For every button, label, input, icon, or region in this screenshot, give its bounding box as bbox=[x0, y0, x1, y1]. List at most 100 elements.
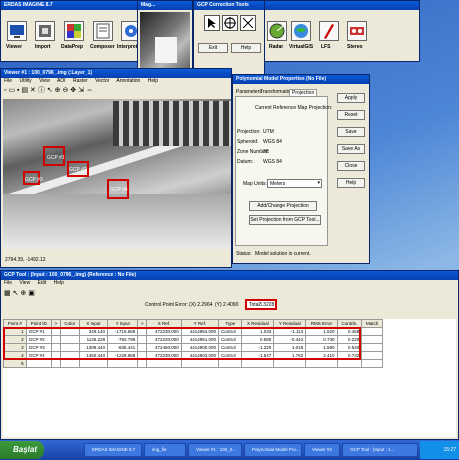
menu-file[interactable]: File bbox=[4, 280, 12, 286]
crosshair-icon[interactable]: ⊕ bbox=[20, 290, 26, 297]
projection-value: UTM bbox=[263, 129, 274, 135]
taskbar-item[interactable]: Polynomial Model Pro... bbox=[244, 443, 302, 457]
help-button[interactable]: Help bbox=[337, 178, 365, 188]
map-units-select[interactable]: Meters ▾ bbox=[267, 179, 322, 188]
zoom-out-icon[interactable]: ⊖ bbox=[62, 87, 68, 94]
tab-parameters[interactable]: Parameters bbox=[236, 89, 262, 95]
table-cell[interactable] bbox=[107, 359, 139, 368]
pointer-icon[interactable]: ↖ bbox=[47, 87, 53, 94]
gcp-tool-lock[interactable] bbox=[240, 15, 256, 31]
window-title: GCP Tool : (Input : 100_0796_.img) (Refe… bbox=[1, 271, 458, 280]
radar-icon bbox=[267, 21, 287, 41]
exit-button[interactable]: Exit bbox=[198, 43, 228, 53]
menu-view[interactable]: View bbox=[39, 78, 50, 84]
reset-button[interactable]: Reset bbox=[337, 110, 365, 120]
start-button[interactable]: Başlat bbox=[0, 441, 44, 459]
toolbar-label: VirtualGIS bbox=[289, 44, 314, 50]
taskbar-item[interactable]: GCP Tool : (Input : 1... bbox=[342, 443, 418, 457]
table-cell[interactable] bbox=[273, 359, 307, 368]
info-icon[interactable]: ⓘ bbox=[38, 87, 45, 94]
taskbar-item[interactable]: ERDAS IMAGINE 8.7 bbox=[84, 443, 142, 457]
roam-icon[interactable]: ⇲ bbox=[78, 87, 84, 94]
total-error-box: Total 3.3228 bbox=[245, 299, 277, 310]
menu-raster[interactable]: Raster bbox=[73, 78, 88, 84]
clock: 15:27 bbox=[443, 447, 456, 453]
table-cell[interactable] bbox=[361, 343, 383, 352]
toolbar-label: DataPrep bbox=[61, 44, 83, 50]
gcp-label: GCP #1 bbox=[47, 155, 65, 161]
menu-help[interactable]: Help bbox=[148, 78, 158, 84]
toolbar-label: Radar bbox=[269, 44, 284, 50]
viewer-icon bbox=[7, 21, 27, 41]
menu-vector[interactable]: Vector bbox=[95, 78, 109, 84]
table-cell[interactable] bbox=[78, 359, 109, 368]
gcp-tool-window: GCP Tool : (Input : 100_0796_.img) (Refe… bbox=[0, 270, 459, 440]
pan-icon[interactable]: ✥ bbox=[70, 87, 76, 94]
add-change-projection-button[interactable]: Add/Change Projection bbox=[249, 201, 317, 211]
toolbar-label: Viewer bbox=[6, 44, 23, 50]
window-title: Viewer #1 : 100_0796_.img (:Layer_1) bbox=[1, 69, 231, 78]
table-cell[interactable] bbox=[25, 359, 52, 368]
column-header[interactable]: Match bbox=[361, 319, 383, 328]
arrow-icon[interactable]: ↖ bbox=[13, 290, 19, 297]
table-row[interactable]: 5 bbox=[3, 359, 383, 368]
projection-label: Projection: bbox=[237, 129, 261, 135]
taskbar-item[interactable]: img_fie bbox=[144, 443, 186, 457]
gcp-tool-select[interactable] bbox=[204, 15, 220, 31]
table-cell[interactable]: 5 bbox=[3, 359, 27, 368]
gcp-tool-create[interactable] bbox=[222, 15, 238, 31]
table-cell[interactable] bbox=[305, 359, 338, 368]
table-cell[interactable] bbox=[218, 359, 243, 368]
menu-annotation[interactable]: Annotation bbox=[116, 78, 140, 84]
save-button[interactable]: Save bbox=[337, 127, 365, 137]
clear-icon[interactable]: ✕ bbox=[30, 87, 36, 94]
taskbar-item[interactable]: Viewer #1 : 100_0... bbox=[188, 443, 242, 457]
zoom-in-icon[interactable]: ⊕ bbox=[55, 87, 61, 94]
table-cell[interactable] bbox=[180, 359, 220, 368]
menu-aoi[interactable]: AOI bbox=[57, 78, 66, 84]
gcp-label: GCP #2 bbox=[69, 167, 87, 173]
system-tray: 15:27 bbox=[420, 441, 459, 459]
viewer-window: Viewer #1 : 100_0796_.img (:Layer_1) Fil… bbox=[0, 68, 232, 268]
menu-file[interactable]: File bbox=[4, 78, 12, 84]
table-cell[interactable] bbox=[336, 359, 363, 368]
new-icon[interactable]: ▫ bbox=[4, 87, 6, 94]
total-label: Total bbox=[249, 302, 260, 308]
table-cell[interactable] bbox=[361, 359, 383, 368]
stereo-icon bbox=[347, 21, 367, 41]
table-cell[interactable] bbox=[241, 359, 275, 368]
toolbar-label: LFS bbox=[321, 44, 331, 50]
table-cell[interactable] bbox=[137, 359, 148, 368]
menu-help[interactable]: Help bbox=[54, 280, 64, 286]
model-properties-window: Polynomial Model Properties (No File) Pa… bbox=[232, 74, 370, 264]
window-title: Polynomial Model Properties (No File) bbox=[233, 75, 369, 84]
menu-edit[interactable]: Edit bbox=[38, 280, 47, 286]
set-projection-button[interactable]: Set Projection from GCP Tool... bbox=[249, 215, 321, 225]
lock-icon[interactable]: ▣ bbox=[28, 290, 35, 297]
taskbar: Başlat ERDAS IMAGINE 8.7 img_fie Viewer … bbox=[0, 440, 459, 460]
measure-icon[interactable]: ⇔ bbox=[86, 87, 93, 94]
open-icon[interactable]: ▭ bbox=[8, 87, 15, 94]
toggle-icon[interactable]: ▦ bbox=[4, 290, 11, 297]
print-icon[interactable]: ▤ bbox=[21, 87, 28, 94]
table-cell[interactable] bbox=[59, 359, 80, 368]
help-button[interactable]: Help bbox=[231, 43, 261, 53]
table-cell[interactable] bbox=[50, 359, 61, 368]
table-cell[interactable] bbox=[361, 351, 383, 360]
toolbar-label: Composer bbox=[90, 44, 115, 50]
save-as-button[interactable]: Save As bbox=[337, 144, 365, 154]
globe-icon bbox=[291, 21, 311, 41]
viewer-menu: File Utility View AOI Raster Vector Anno… bbox=[1, 78, 231, 85]
table-cell[interactable] bbox=[146, 359, 182, 368]
y-error: (Y) 2.4090 bbox=[215, 302, 239, 308]
table-cell[interactable] bbox=[361, 335, 383, 344]
menu-view[interactable]: View bbox=[19, 280, 30, 286]
datum-label: Datum: bbox=[237, 159, 254, 165]
save-icon[interactable]: ▪ bbox=[17, 87, 19, 94]
apply-button[interactable]: Apply bbox=[337, 93, 365, 103]
table-cell[interactable] bbox=[361, 327, 383, 336]
taskbar-item[interactable]: Viewer #2 bbox=[304, 443, 340, 457]
close-button[interactable]: Close bbox=[337, 161, 365, 171]
menu-utility[interactable]: Utility bbox=[19, 78, 31, 84]
viewer-image-canvas[interactable]: GCP #1 GCP #3 GCP #2 GCP #4 bbox=[3, 99, 231, 249]
